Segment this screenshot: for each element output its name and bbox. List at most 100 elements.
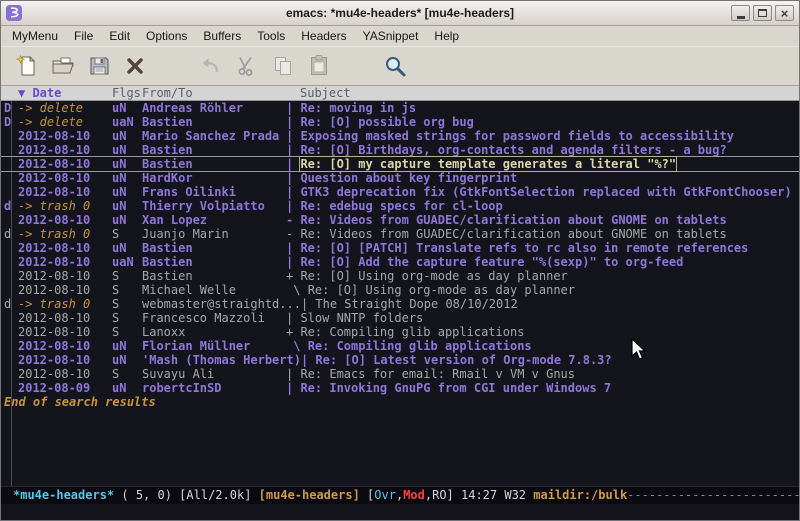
- message-row[interactable]: 2012-08-10uN'Mash (Thomas Herbert)| Re: …: [1, 353, 799, 367]
- tool-bar: [1, 46, 799, 86]
- message-row[interactable]: 2012-08-10uaNBastien| Re: [O] Add the ca…: [1, 255, 799, 269]
- from-cell: webmaster@straightd...: [142, 297, 301, 311]
- column-header-date[interactable]: ▼ Date: [18, 86, 112, 100]
- message-row[interactable]: 2012-08-10uNFlorian Müllner \ Re: Compil…: [1, 339, 799, 353]
- column-header-flags[interactable]: Flgs: [112, 86, 142, 100]
- message-row[interactable]: 2012-08-10uNBastien| Re: [O] my capture …: [1, 157, 799, 171]
- message-row[interactable]: d-> trash 0Swebmaster@straightd...| The …: [1, 297, 799, 311]
- menu-item-help[interactable]: Help: [426, 27, 467, 45]
- mark-cell: [1, 129, 18, 143]
- mark-cell: [1, 171, 18, 185]
- save-button[interactable]: [85, 52, 113, 80]
- message-row[interactable]: 2012-08-10SBastien+ Re: [O] Using org-mo…: [1, 269, 799, 283]
- minibuffer[interactable]: [1, 504, 799, 520]
- date-cell: 2012-08-10: [18, 255, 112, 269]
- modeline-segment: maildir:/bulk: [533, 488, 627, 502]
- message-row[interactable]: 2012-08-10uNBastien| Re: [O] [PATCH] Tra…: [1, 241, 799, 255]
- from-cell: Andreas Röhler: [142, 101, 286, 115]
- subject-cell: Re: Invoking GnuPG from CGI under Window…: [300, 381, 611, 395]
- message-row[interactable]: D-> deleteuNAndreas Röhler| Re: moving i…: [1, 101, 799, 115]
- save-icon: [87, 54, 111, 78]
- message-row[interactable]: d-> trash 0uNThierry Volpiatto| Re: edeb…: [1, 199, 799, 213]
- from-cell: Michael Welle: [142, 283, 286, 297]
- thread-sep-cell: |: [286, 381, 300, 395]
- message-row[interactable]: d-> trash 0SJuanjo Marin- Re: Videos fro…: [1, 227, 799, 241]
- menu-item-yasnippet[interactable]: YASnippet: [355, 27, 427, 45]
- from-cell: HardKor: [142, 171, 286, 185]
- mark-cell: [1, 143, 18, 157]
- column-header-from[interactable]: From/To: [142, 86, 286, 100]
- subject-cell: Re: Videos from GUADEC/clarification abo…: [300, 227, 726, 241]
- menu-item-file[interactable]: File: [66, 27, 101, 45]
- kill-buffer-icon: [123, 54, 147, 78]
- message-row[interactable]: 2012-08-10uNBastien| Re: [O] Birthdays, …: [1, 143, 799, 157]
- from-cell: Lanoxx: [142, 325, 286, 339]
- flags-cell: uN: [112, 381, 142, 395]
- mark-cell: [1, 241, 18, 255]
- from-cell: Thierry Volpiatto: [142, 199, 286, 213]
- message-row[interactable]: 2012-08-10uNXan Lopez- Re: Videos from G…: [1, 213, 799, 227]
- mark-cell: d: [1, 199, 18, 213]
- subject-cell: Exposing masked strings for password fie…: [300, 129, 733, 143]
- flags-cell: uN: [112, 157, 142, 171]
- toolbar-separator: [157, 52, 197, 80]
- mark-cell: [1, 213, 18, 227]
- buffer-area[interactable]: D-> delete uN Andreas Röhler | Re: moving i…: [1, 101, 799, 486]
- mark-cell: [1, 283, 18, 297]
- date-cell: -> delete: [18, 101, 112, 115]
- message-row[interactable]: 2012-08-10SSuvayu Ali| Re: Emacs for ema…: [1, 367, 799, 381]
- subject-cell: Re: edebug specs for cl-loop: [300, 199, 502, 213]
- mark-cell: [1, 381, 18, 395]
- message-row[interactable]: 2012-08-10uNMario Sanchez Prada| Exposin…: [1, 129, 799, 143]
- kill-buffer-button[interactable]: [121, 52, 149, 80]
- title-bar[interactable]: emacs: *mu4e-headers* [mu4e-headers] ×: [1, 1, 799, 26]
- message-row[interactable]: 2012-08-10uNHardKor| Question about key …: [1, 171, 799, 185]
- search-icon: [383, 54, 407, 78]
- menu-item-options[interactable]: Options: [138, 27, 195, 45]
- thread-sep-cell: \: [286, 283, 308, 297]
- mode-line[interactable]: *mu4e-headers* ( 5, 0) [All/2.0k] [mu4e-…: [1, 486, 799, 504]
- maximize-button[interactable]: [753, 5, 772, 21]
- modeline-segment: [: [360, 488, 374, 502]
- mark-cell: [1, 367, 18, 381]
- subject-cell: The Straight Dope 08/10/2012: [315, 297, 517, 311]
- message-row[interactable]: D-> deleteuaNBastien| Re: [O] possible o…: [1, 115, 799, 129]
- open-file-button[interactable]: [49, 52, 77, 80]
- date-cell: 2012-08-10: [18, 325, 112, 339]
- message-row[interactable]: 2012-08-10SMichael Welle \ Re: [O] Using…: [1, 283, 799, 297]
- flags-cell: S: [112, 325, 142, 339]
- search-button[interactable]: [381, 52, 409, 80]
- flags-cell: S: [112, 227, 142, 241]
- date-cell: 2012-08-09: [18, 381, 112, 395]
- thread-sep-cell: |: [301, 353, 315, 367]
- paste-icon: [307, 54, 331, 78]
- from-cell: Bastien: [142, 143, 286, 157]
- message-row[interactable]: 2012-08-09uNrobertcInSD| Re: Invoking Gn…: [1, 381, 799, 395]
- modeline-segment: ,RO]: [425, 488, 461, 502]
- subject-cell: Re: [O] Using org-mode as day planner: [308, 283, 575, 297]
- message-row[interactable]: 2012-08-10SFrancesco Mazzoli| Slow NNTP …: [1, 311, 799, 325]
- menu-item-mymenu[interactable]: MyMenu: [4, 27, 66, 45]
- menu-item-headers[interactable]: Headers: [293, 27, 354, 45]
- mark-cell: D: [1, 115, 18, 129]
- minimize-button[interactable]: [731, 5, 750, 21]
- date-cell: 2012-08-10: [18, 213, 112, 227]
- subject-cell: Re: moving in js: [300, 101, 416, 115]
- thread-sep-cell: |: [286, 157, 300, 171]
- close-button[interactable]: ×: [775, 5, 794, 21]
- mark-cell: [1, 185, 18, 199]
- new-file-button[interactable]: [13, 52, 41, 80]
- flags-cell: uN: [112, 213, 142, 227]
- menu-item-tools[interactable]: Tools: [249, 27, 293, 45]
- menu-item-edit[interactable]: Edit: [101, 27, 138, 45]
- mark-cell: [1, 157, 18, 171]
- menu-item-buffers[interactable]: Buffers: [195, 27, 249, 45]
- from-cell: Mario Sanchez Prada: [142, 129, 286, 143]
- message-row[interactable]: 2012-08-10uNFrans Oilinki| GTK3 deprecat…: [1, 185, 799, 199]
- message-row[interactable]: 2012-08-10SLanoxx+ Re: Compiling glib ap…: [1, 325, 799, 339]
- date-cell: 2012-08-10: [18, 367, 112, 381]
- copy-icon: [271, 54, 295, 78]
- new-file-icon: [15, 54, 39, 78]
- mark-cell: [1, 353, 18, 367]
- column-header-subject[interactable]: Subject: [286, 86, 351, 100]
